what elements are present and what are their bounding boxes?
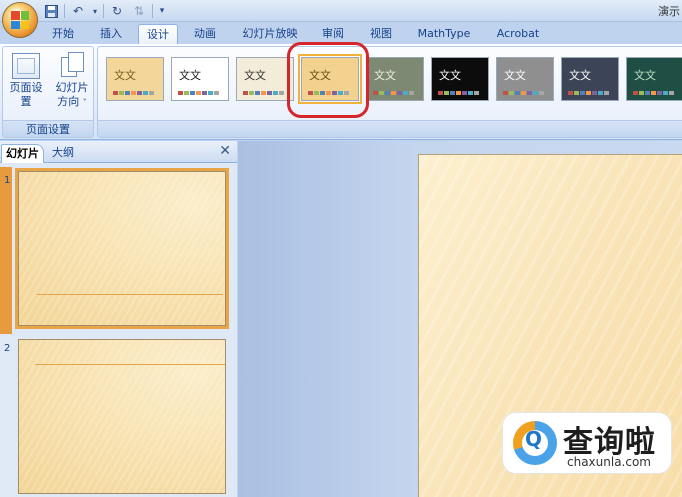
slide-number: 1 [4,175,11,186]
quick-access-toolbar: ↶ ▾ ↻ ⇅ ▾ [42,3,167,19]
themes-group-label [98,120,682,137]
tab-design[interactable]: 设计 [138,24,178,44]
tab-mathtype[interactable]: MathType [412,24,476,44]
page-setup-label: 页面设置 [9,81,43,108]
toolbar-separator [152,4,153,18]
theme-color-swatches [633,91,674,95]
tab-slides[interactable]: 幻灯片 [1,144,44,163]
orientation-icon [59,51,85,79]
theme-sample-text: 文文 [569,69,591,82]
watermark-glyph: Q [525,427,543,451]
dropdown-arrow-icon[interactable]: ▾ [91,3,99,19]
customize-icon[interactable]: ▾ [157,3,167,19]
theme-color-swatches [113,91,154,95]
toolbar-separator [103,4,104,18]
theme-color-swatches [438,91,479,95]
page-setup-button[interactable]: 页面设置 [5,51,47,113]
undo-icon[interactable]: ↶ [69,3,87,19]
theme-thumbnail-5[interactable]: 文文 [366,57,424,101]
tab-animation[interactable]: 动画 [186,24,224,44]
tab-review[interactable]: 审阅 [314,24,352,44]
office-logo-icon [11,11,29,29]
title-bar: ↶ ▾ ↻ ⇅ ▾ 演示 [0,0,682,22]
theme-sample-text: 文文 [634,69,656,82]
slide-divider-line [37,294,223,295]
tab-slideshow[interactable]: 幻灯片放映 [236,24,304,44]
theme-color-swatches [503,91,544,95]
highlight-ring [287,42,369,118]
theme-color-swatches [568,91,609,95]
tab-acrobat[interactable]: Acrobat [488,24,548,44]
slide-thumbnail-1[interactable] [18,171,226,326]
theme-sample-text: 文文 [179,69,201,82]
theme-color-swatches [373,91,414,95]
selection-bar [0,167,12,334]
slide-thumbnail-2[interactable] [18,339,226,494]
theme-thumbnail-3[interactable]: 文文 [236,57,294,101]
watermark: Q 查询啦 chaxunla.com [502,412,672,474]
slide-orientation-button[interactable]: 幻灯片 方向 ˅ [51,51,93,113]
office-button[interactable] [2,2,38,38]
slides-pane: 幻灯片 大纲 ✕ 1 2 [0,141,237,497]
theme-color-swatches [178,91,219,95]
theme-sample-text: 文文 [439,69,461,82]
theme-color-swatches [243,91,284,95]
chevron-down-icon: ˅ [82,98,87,107]
slide-divider-line [35,364,225,365]
repeat-icon[interactable]: ⇅ [130,3,148,19]
theme-sample-text: 文文 [504,69,526,82]
theme-sample-text: 文文 [114,69,136,82]
theme-sample-text: 文文 [244,69,266,82]
tab-insert[interactable]: 插入 [92,24,130,44]
page-setup-icon [12,53,40,79]
themes-gallery: 文文 文文 文文 文文 文文 文文 文文 文文 文文 [97,46,682,138]
redo-icon[interactable]: ↻ [108,3,126,19]
save-icon[interactable] [42,3,60,19]
theme-thumbnail-9[interactable]: 文文 [626,57,682,101]
tab-view[interactable]: 视图 [362,24,400,44]
page-setup-group: 页面设置 幻灯片 方向 ˅ 页面设置 [2,46,94,138]
slide-thumbnails: 1 2 [0,163,237,497]
watermark-url: chaxunla.com [567,455,651,469]
theme-thumbnail-2[interactable]: 文文 [171,57,229,101]
tab-outline[interactable]: 大纲 [48,144,78,163]
theme-thumbnail-8[interactable]: 文文 [561,57,619,101]
theme-thumbnail-6[interactable]: 文文 [431,57,489,101]
theme-thumbnail-1[interactable]: 文文 [106,57,164,101]
close-icon[interactable]: ✕ [219,143,231,159]
ribbon-tabs: 开始 插入 设计 动画 幻灯片放映 审阅 视图 MathType Acrobat [0,22,682,44]
toolbar-separator [64,4,65,18]
orientation-label: 幻灯片 [55,81,89,94]
slide-number: 2 [4,343,11,354]
pane-tabs: 幻灯片 大纲 ✕ [0,141,237,163]
window-title: 演示 [658,5,680,18]
theme-thumbnail-7[interactable]: 文文 [496,57,554,101]
group-label: 页面设置 [3,120,93,137]
orientation-label-2: 方向 [57,95,80,108]
theme-sample-text: 文文 [374,69,396,82]
tab-home[interactable]: 开始 [44,24,82,44]
